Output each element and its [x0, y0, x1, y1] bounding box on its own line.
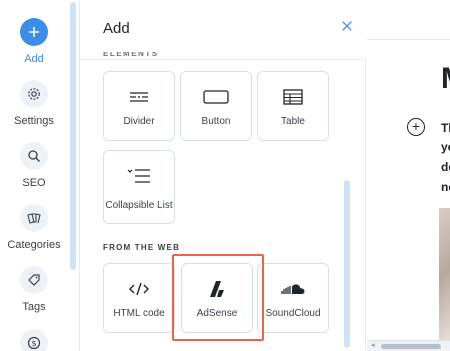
editor-root: Add Settings SEO Categories Tags $ Add E… [0, 0, 450, 351]
preview-title: M [441, 62, 450, 96]
categories-icon [20, 204, 48, 232]
button-icon [181, 86, 251, 108]
button-tile[interactable]: Button [180, 71, 252, 141]
scroll-left-icon[interactable]: ◂ [371, 341, 375, 351]
preview-top-bar [367, 0, 450, 40]
svg-text:$: $ [31, 339, 36, 348]
rail-label: Categories [7, 239, 61, 251]
rail-label: Tags [22, 301, 46, 313]
section-title-elements: ELEMENTS [103, 52, 159, 58]
add-block-icon[interactable]: + [407, 118, 425, 136]
page-preview: M + Th yo de ne ◂ [367, 0, 450, 351]
soundcloud-icon [258, 278, 328, 300]
rail-item-settings[interactable]: Settings [0, 80, 68, 127]
tile-label: Collapsible List [105, 200, 173, 211]
rail-item-categories[interactable]: Categories [0, 204, 68, 251]
preview-text-line: de [441, 160, 450, 174]
preview-image [439, 208, 450, 340]
section-title-from-the-web: FROM THE WEB [103, 243, 181, 252]
rail-item-monetize[interactable]: $ [0, 329, 68, 351]
divider-tile[interactable]: Divider [103, 71, 175, 141]
adsense-highlight-box [172, 254, 264, 341]
tile-label: Divider [123, 116, 155, 127]
collapsible-list-icon [104, 165, 174, 187]
rail-scrollbar[interactable] [70, 2, 76, 270]
rail-label: Settings [14, 115, 54, 127]
rail-label: SEO [22, 177, 46, 189]
rail-label: Add [24, 53, 44, 65]
dollar-icon: $ [20, 329, 48, 351]
code-icon [104, 278, 174, 300]
rail-item-add[interactable]: Add [0, 18, 68, 65]
preview-text-line: Th [441, 121, 450, 135]
preview-text-line: ne [441, 180, 450, 194]
tile-label: Table [281, 116, 305, 127]
panel-scrollbar[interactable] [344, 180, 350, 348]
html-code-tile[interactable]: HTML code [103, 263, 175, 333]
left-rail: Add Settings SEO Categories Tags $ [0, 0, 80, 351]
tile-label: Button [201, 116, 231, 127]
rail-item-seo[interactable]: SEO [0, 142, 68, 189]
tile-label: SoundCloud [265, 308, 321, 319]
plus-icon [20, 18, 48, 46]
panel-title: Add [103, 20, 130, 37]
rail-item-tags[interactable]: Tags [0, 266, 68, 313]
gear-icon [20, 80, 48, 108]
preview-text-line: yo [441, 140, 450, 154]
search-icon [20, 142, 48, 170]
tile-label: HTML code [113, 308, 165, 319]
divider-icon [104, 86, 174, 108]
tag-icon [20, 266, 48, 294]
table-icon [258, 86, 328, 108]
table-tile[interactable]: Table [257, 71, 329, 141]
preview-horizontal-scrollbar[interactable]: ◂ [367, 340, 450, 351]
collapsible-list-tile[interactable]: Collapsible List [103, 150, 175, 224]
close-icon[interactable] [338, 19, 356, 37]
scroll-thumb[interactable] [381, 344, 441, 349]
soundcloud-tile[interactable]: SoundCloud [257, 263, 329, 333]
panel-header: Add [80, 0, 366, 60]
